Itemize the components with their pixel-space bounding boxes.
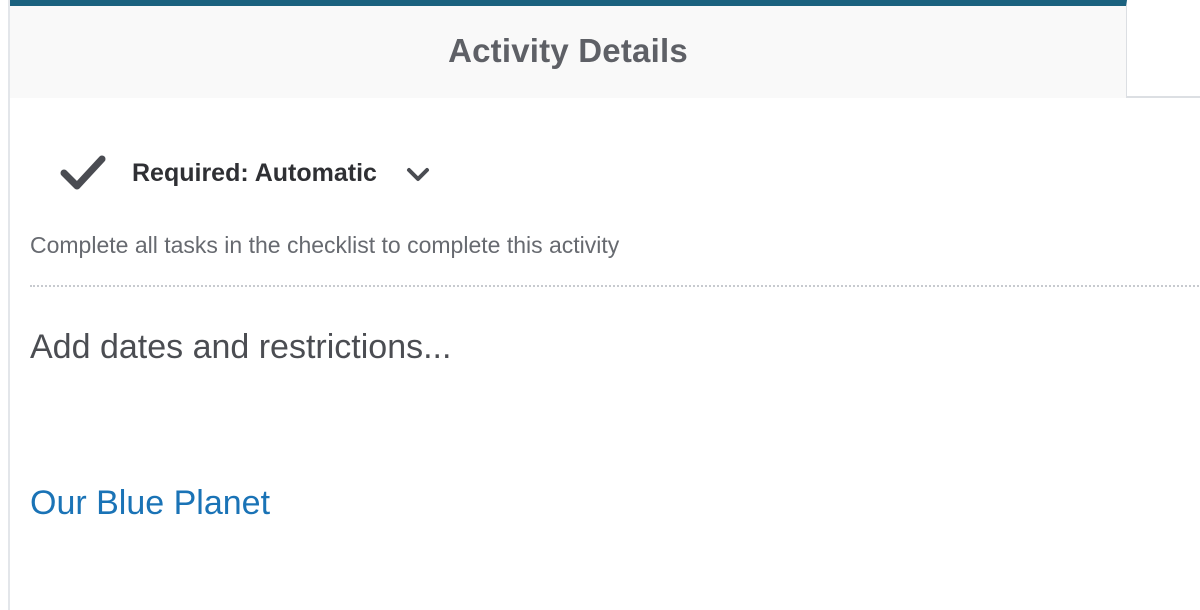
activity-details-tab[interactable]: Activity Details bbox=[10, 0, 1127, 98]
completion-label: Required: Automatic bbox=[132, 158, 377, 187]
add-dates-restrictions-link[interactable]: Add dates and restrictions... bbox=[30, 328, 451, 367]
completion-dropdown[interactable]: Required: Automatic bbox=[60, 150, 431, 196]
completion-description: Complete all tasks in the checklist to c… bbox=[30, 232, 620, 258]
activity-details-panel: Activity Details Required: Automatic Com… bbox=[8, 0, 1200, 610]
section-divider bbox=[30, 285, 1200, 287]
checkmark-icon bbox=[60, 155, 106, 190]
chevron-down-icon bbox=[406, 168, 429, 181]
tab-baseline bbox=[1127, 96, 1200, 98]
tab-title: Activity Details bbox=[448, 32, 688, 69]
topic-link[interactable]: Our Blue Planet bbox=[30, 484, 270, 523]
